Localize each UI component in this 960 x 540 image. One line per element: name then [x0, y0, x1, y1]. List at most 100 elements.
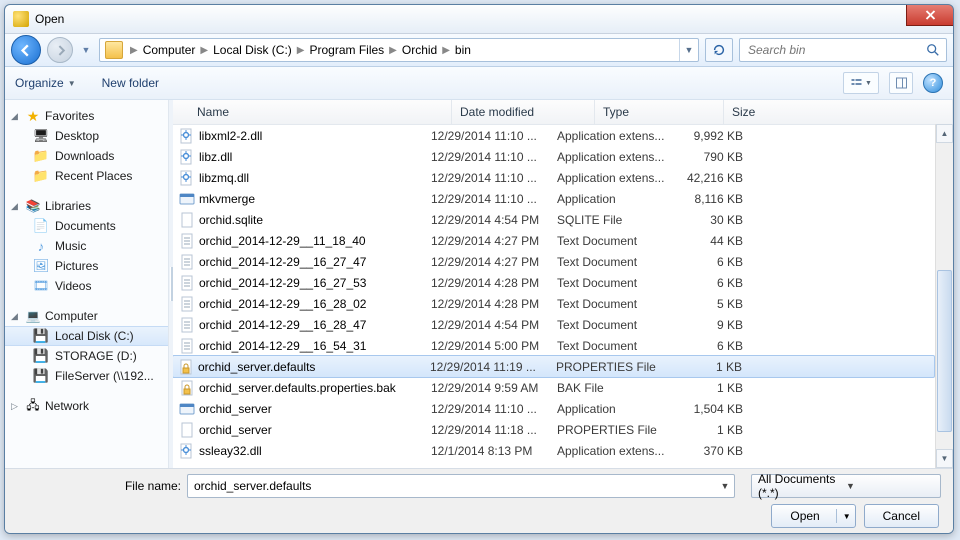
breadcrumb-seg[interactable]: Program Files [306, 43, 387, 57]
sidebar-item-documents[interactable]: 📄Documents [5, 216, 168, 236]
breadcrumb-dropdown[interactable]: ▼ [679, 39, 698, 61]
filename-input[interactable] [188, 479, 716, 493]
sidebar-item-recent[interactable]: 📁Recent Places [5, 166, 168, 186]
back-button[interactable] [11, 35, 41, 65]
file-date: 12/29/2014 11:10 ... [431, 171, 557, 185]
scroll-up-button[interactable]: ▲ [936, 124, 953, 143]
file-size: 6 KB [669, 339, 751, 353]
folder-icon [105, 41, 123, 59]
col-type[interactable]: Type [595, 100, 724, 124]
file-date: 12/29/2014 11:10 ... [431, 402, 557, 416]
file-row[interactable]: orchid_2014-12-29__16_28_4712/29/2014 4:… [173, 314, 953, 335]
file-row[interactable]: orchid_server.defaults.properties.bak12/… [173, 377, 953, 398]
file-size: 1 KB [669, 423, 751, 437]
sidebar-item-downloads[interactable]: 📁Downloads [5, 146, 168, 166]
sidebar-head-favorites[interactable]: ◢★Favorites [5, 106, 168, 126]
sidebar-item-label: Documents [55, 219, 116, 233]
file-name: orchid_2014-12-29__16_54_31 [199, 339, 431, 353]
search-input[interactable] [746, 42, 926, 58]
folder-icon: 📁 [33, 148, 49, 164]
close-button[interactable] [906, 4, 954, 26]
sidebar-item-fileserver[interactable]: 💾FileServer (\\192... [5, 366, 168, 386]
chevron-right-icon[interactable]: ▶ [295, 45, 307, 56]
sidebar-head-computer[interactable]: ◢💻Computer [5, 306, 168, 326]
sidebar-item-storage-d[interactable]: 💾STORAGE (D:) [5, 346, 168, 366]
new-folder-button[interactable]: New folder [102, 76, 159, 90]
file-name: ssleay32.dll [199, 444, 431, 458]
breadcrumb-bar[interactable]: ▶ Computer ▶ Local Disk (C:) ▶ Program F… [99, 38, 699, 62]
file-row[interactable]: libxml2-2.dll12/29/2014 11:10 ...Applica… [173, 125, 953, 146]
titlebar[interactable]: Open [5, 5, 953, 34]
sidebar-item-music[interactable]: ♪Music [5, 236, 168, 256]
scroll-down-button[interactable]: ▼ [936, 449, 953, 468]
sidebar-item-pictures[interactable]: 🖼Pictures [5, 256, 168, 276]
computer-icon: 💻 [25, 308, 41, 324]
file-date: 12/29/2014 9:59 AM [431, 381, 557, 395]
file-size: 370 KB [669, 444, 751, 458]
chevron-down-icon[interactable]: ▼ [843, 512, 851, 521]
sidebar-head-network[interactable]: ▷🖧Network [5, 396, 168, 416]
col-name[interactable]: Name [173, 100, 452, 124]
sidebar-favorites: ◢★Favorites 🖥Desktop 📁Downloads 📁Recent … [5, 106, 168, 186]
filename-field[interactable]: ▼ [187, 474, 735, 498]
file-row[interactable]: orchid_2014-12-29__16_27_5312/29/2014 4:… [173, 272, 953, 293]
filename-dropdown[interactable]: ▼ [716, 481, 734, 491]
scroll-track[interactable] [936, 143, 953, 449]
file-date: 12/29/2014 4:28 PM [431, 276, 557, 290]
organize-button[interactable]: Organize▼ [15, 76, 76, 90]
file-type: Text Document [557, 339, 669, 353]
sidebar-item-local-c[interactable]: 💾Local Disk (C:) [5, 326, 168, 346]
collapse-icon: ◢ [11, 111, 21, 122]
file-row[interactable]: orchid.sqlite12/29/2014 4:54 PMSQLITE Fi… [173, 209, 953, 230]
history-dropdown[interactable]: ▼ [79, 36, 93, 64]
file-row[interactable]: orchid_server12/29/2014 11:18 ...PROPERT… [173, 419, 953, 440]
preview-pane-button[interactable] [889, 72, 913, 94]
chevron-right-icon[interactable]: ▶ [387, 45, 399, 56]
search-box[interactable] [739, 38, 947, 62]
col-date[interactable]: Date modified [452, 100, 595, 124]
chevron-right-icon[interactable]: ▶ [128, 45, 140, 56]
forward-button[interactable] [47, 37, 73, 63]
breadcrumb-seg[interactable]: Local Disk (C:) [210, 43, 295, 57]
breadcrumb-seg[interactable]: Orchid [399, 43, 440, 57]
file-size: 9 KB [669, 318, 751, 332]
file-icon [179, 233, 195, 249]
file-row[interactable]: libzmq.dll12/29/2014 11:10 ...Applicatio… [173, 167, 953, 188]
file-row[interactable]: libz.dll12/29/2014 11:10 ...Application … [173, 146, 953, 167]
chevron-down-icon: ▼ [68, 79, 76, 88]
file-row[interactable]: orchid_2014-12-29__11_18_4012/29/2014 4:… [173, 230, 953, 251]
file-size: 8,116 KB [669, 192, 751, 206]
open-button[interactable]: Open▼ [771, 504, 855, 528]
chevron-right-icon[interactable]: ▶ [440, 45, 452, 56]
filename-label: File name: [17, 479, 181, 493]
file-row[interactable]: orchid_server12/29/2014 11:10 ...Applica… [173, 398, 953, 419]
file-pane: Name Date modified Type Size libxml2-2.d… [173, 100, 953, 468]
vertical-scrollbar[interactable]: ▲ ▼ [935, 124, 953, 468]
col-size[interactable]: Size [724, 100, 953, 124]
scroll-thumb[interactable] [937, 270, 952, 432]
file-row[interactable]: ssleay32.dll12/1/2014 8:13 PMApplication… [173, 440, 953, 461]
file-row[interactable]: mkvmerge12/29/2014 11:10 ...Application8… [173, 188, 953, 209]
filter-dropdown[interactable]: All Documents (*.*)▼ [751, 474, 941, 498]
search-icon[interactable] [926, 43, 940, 57]
file-row[interactable]: orchid_2014-12-29__16_27_4712/29/2014 4:… [173, 251, 953, 272]
file-row[interactable]: orchid_server.defaults12/29/2014 11:19 .… [173, 355, 935, 378]
file-row[interactable]: orchid_2014-12-29__16_54_3112/29/2014 5:… [173, 335, 953, 356]
file-type: Application [557, 402, 669, 416]
chevron-right-icon[interactable]: ▶ [198, 45, 210, 56]
breadcrumb-seg[interactable]: Computer [140, 43, 199, 57]
sidebar-head-libraries[interactable]: ◢📚Libraries [5, 196, 168, 216]
file-size: 5 KB [669, 297, 751, 311]
view-button[interactable]: ▼ [843, 72, 879, 94]
cancel-button[interactable]: Cancel [864, 504, 939, 528]
file-row[interactable]: orchid_2014-12-29__16_28_0212/29/2014 4:… [173, 293, 953, 314]
file-date: 12/29/2014 4:54 PM [431, 213, 557, 227]
help-button[interactable]: ? [923, 73, 943, 93]
breadcrumb-seg[interactable]: bin [452, 43, 474, 57]
file-date: 12/1/2014 8:13 PM [431, 444, 557, 458]
star-icon: ★ [25, 108, 41, 124]
sidebar-item-desktop[interactable]: 🖥Desktop [5, 126, 168, 146]
sidebar-item-videos[interactable]: 🎞Videos [5, 276, 168, 296]
refresh-button[interactable] [705, 38, 733, 62]
file-list[interactable]: libxml2-2.dll12/29/2014 11:10 ...Applica… [173, 125, 953, 468]
